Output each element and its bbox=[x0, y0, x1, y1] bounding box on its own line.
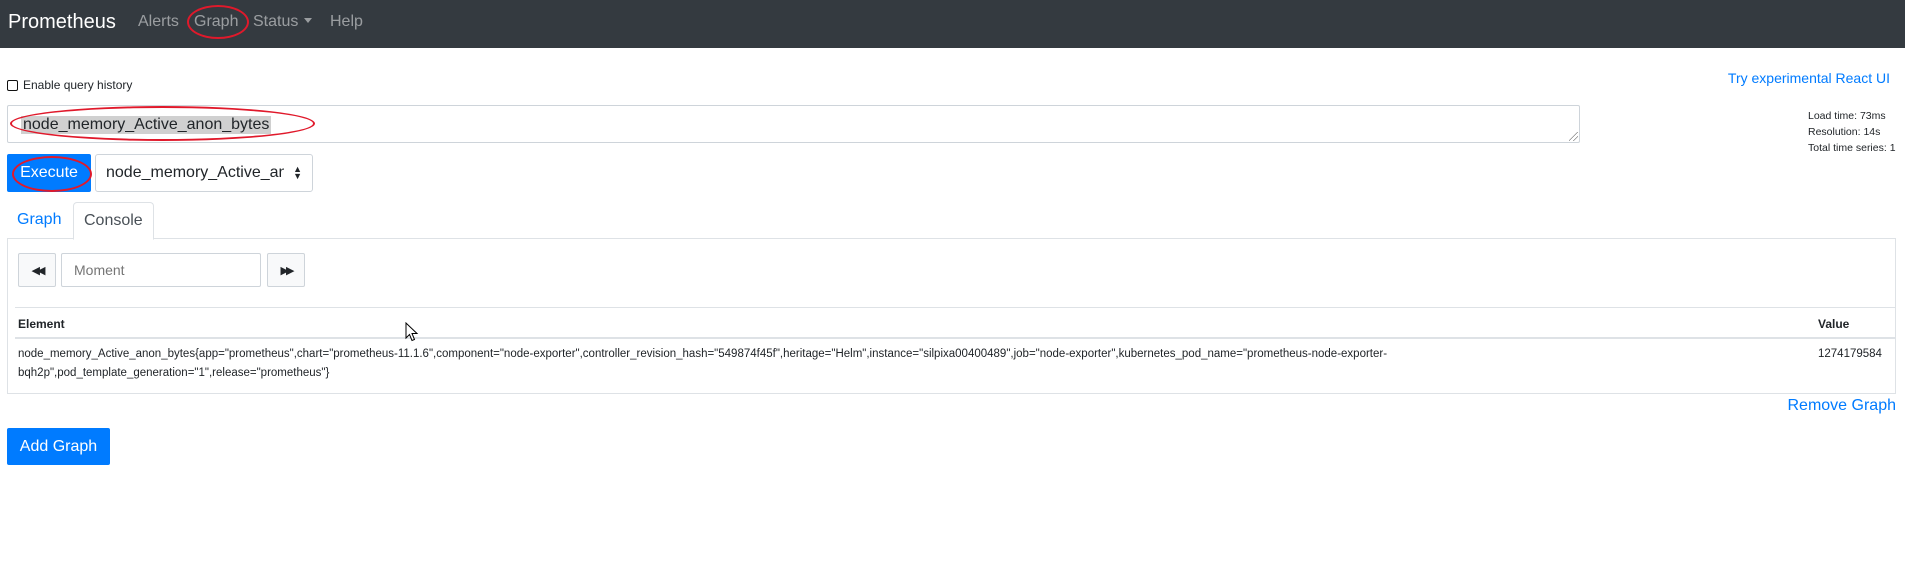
query-history-label: Enable query history bbox=[23, 78, 133, 92]
nav-status[interactable]: Status bbox=[253, 12, 313, 32]
caret-down-icon bbox=[304, 18, 313, 23]
total-time-series: Total time series: 1 bbox=[1808, 142, 1896, 154]
rewind-icon[interactable]: ◀◀ bbox=[18, 253, 56, 287]
moment-input[interactable] bbox=[61, 253, 261, 287]
column-header-element: Element bbox=[18, 317, 65, 331]
resize-handle-icon[interactable] bbox=[1569, 132, 1578, 141]
query-stats: Load time: 73ms Resolution: 14s Total ti… bbox=[1808, 108, 1905, 156]
navbar: Prometheus Alerts Graph Status Help bbox=[0, 0, 1905, 48]
result-element: node_memory_Active_anon_bytes{app="prome… bbox=[18, 348, 1388, 379]
tab-console[interactable]: Console bbox=[73, 202, 154, 240]
load-time: Load time: 73ms bbox=[1808, 110, 1886, 122]
remove-graph-link[interactable]: Remove Graph bbox=[1788, 397, 1897, 415]
result-value: 1274179584 bbox=[1818, 348, 1882, 360]
metric-select-value: node_memory_Active_anon_bytes bbox=[106, 164, 284, 181]
select-arrows-icon: ▲ ▼ bbox=[293, 164, 302, 181]
query-history-checkbox[interactable] bbox=[7, 79, 18, 91]
react-ui-link[interactable]: Try experimental React UI bbox=[1728, 70, 1890, 86]
console-panel: ◀◀ ▶▶ Element Value node_memory_Active_a… bbox=[7, 238, 1896, 394]
column-header-value: Value bbox=[1818, 317, 1850, 331]
nav-graph[interactable]: Graph bbox=[194, 12, 238, 32]
expression-input[interactable]: node_memory_Active_anon_bytes bbox=[7, 105, 1580, 143]
brand-logo[interactable]: Prometheus bbox=[8, 10, 116, 34]
metric-select[interactable]: node_memory_Active_anon_bytes ▲▼ bbox=[95, 154, 313, 192]
nav-alerts[interactable]: Alerts bbox=[138, 12, 179, 32]
add-graph-button[interactable]: Add Graph bbox=[7, 428, 110, 465]
expression-text: node_memory_Active_anon_bytes bbox=[21, 116, 272, 134]
mouse-cursor-icon bbox=[405, 322, 419, 342]
nav-status-label: Status bbox=[253, 13, 299, 30]
header-divider bbox=[15, 337, 1895, 339]
tab-graph[interactable]: Graph bbox=[7, 202, 71, 240]
execute-button[interactable]: Execute bbox=[7, 154, 91, 192]
nav-help[interactable]: Help bbox=[330, 12, 363, 32]
resolution: Resolution: 14s bbox=[1808, 126, 1881, 138]
query-history-toggle[interactable]: Enable query history bbox=[7, 78, 132, 92]
fast-forward-icon[interactable]: ▶▶ bbox=[267, 253, 305, 287]
divider bbox=[15, 307, 1895, 308]
